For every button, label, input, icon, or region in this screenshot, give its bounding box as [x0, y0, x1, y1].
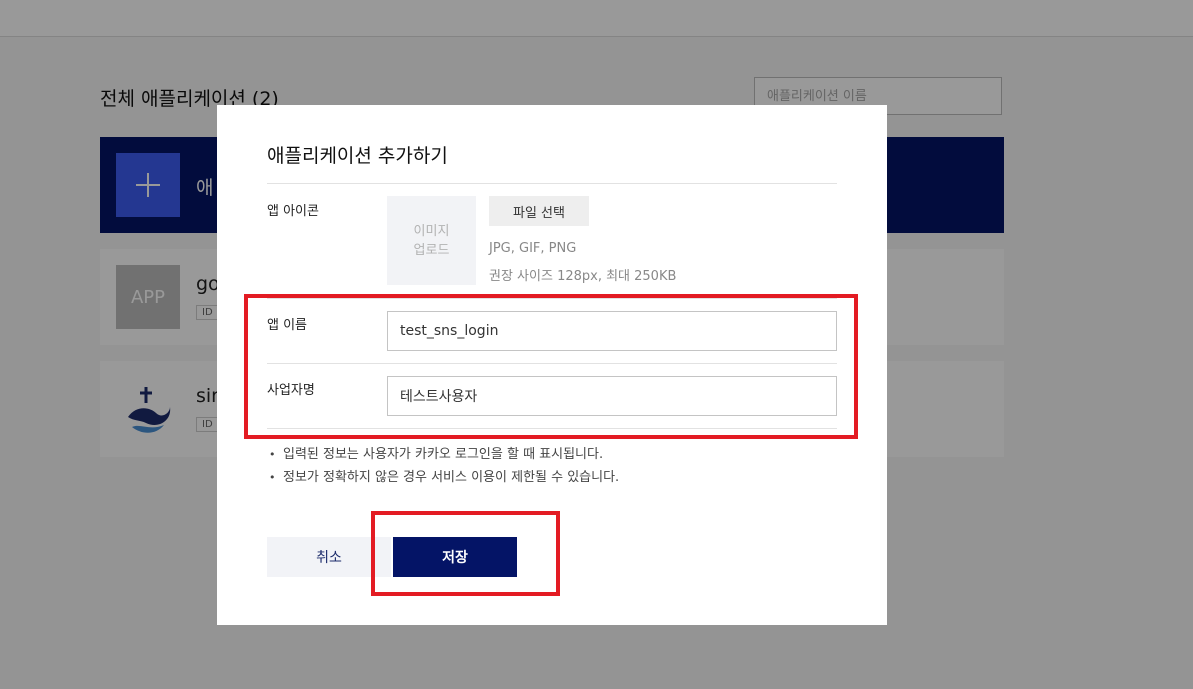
- app-icon-label: 앱 아이콘: [267, 204, 319, 219]
- icon-size-hint: 권장 사이즈 128px, 최대 250KB: [489, 269, 677, 284]
- upload-text-line1: 이미지: [413, 223, 450, 239]
- icon-upload-area[interactable]: 이미지 업로드: [387, 196, 476, 285]
- divider: [267, 363, 837, 364]
- note-item: 입력된 정보는 사용자가 카카오 로그인을 할 때 표시됩니다.: [269, 443, 619, 466]
- info-notes: 입력된 정보는 사용자가 카카오 로그인을 할 때 표시됩니다. 정보가 정확하…: [269, 443, 619, 489]
- app-name-label: 앱 이름: [267, 318, 308, 333]
- app-name-input[interactable]: [387, 311, 837, 351]
- company-name-input[interactable]: [387, 376, 837, 416]
- divider: [267, 183, 837, 184]
- note-item: 정보가 정확하지 않은 경우 서비스 이용이 제한될 수 있습니다.: [269, 466, 619, 489]
- cancel-button[interactable]: 취소: [267, 537, 391, 577]
- upload-text-line2: 업로드: [413, 242, 450, 258]
- add-application-dialog: 애플리케이션 추가하기 앱 아이콘 이미지 업로드 파일 선택 JPG, GIF…: [217, 105, 887, 625]
- dialog-title: 애플리케이션 추가하기: [267, 145, 448, 167]
- company-name-label: 사업자명: [267, 383, 315, 398]
- divider: [267, 428, 837, 429]
- save-button[interactable]: 저장: [393, 537, 517, 577]
- file-select-button[interactable]: 파일 선택: [489, 196, 589, 226]
- icon-format-hint: JPG, GIF, PNG: [489, 241, 577, 256]
- divider: [267, 298, 837, 299]
